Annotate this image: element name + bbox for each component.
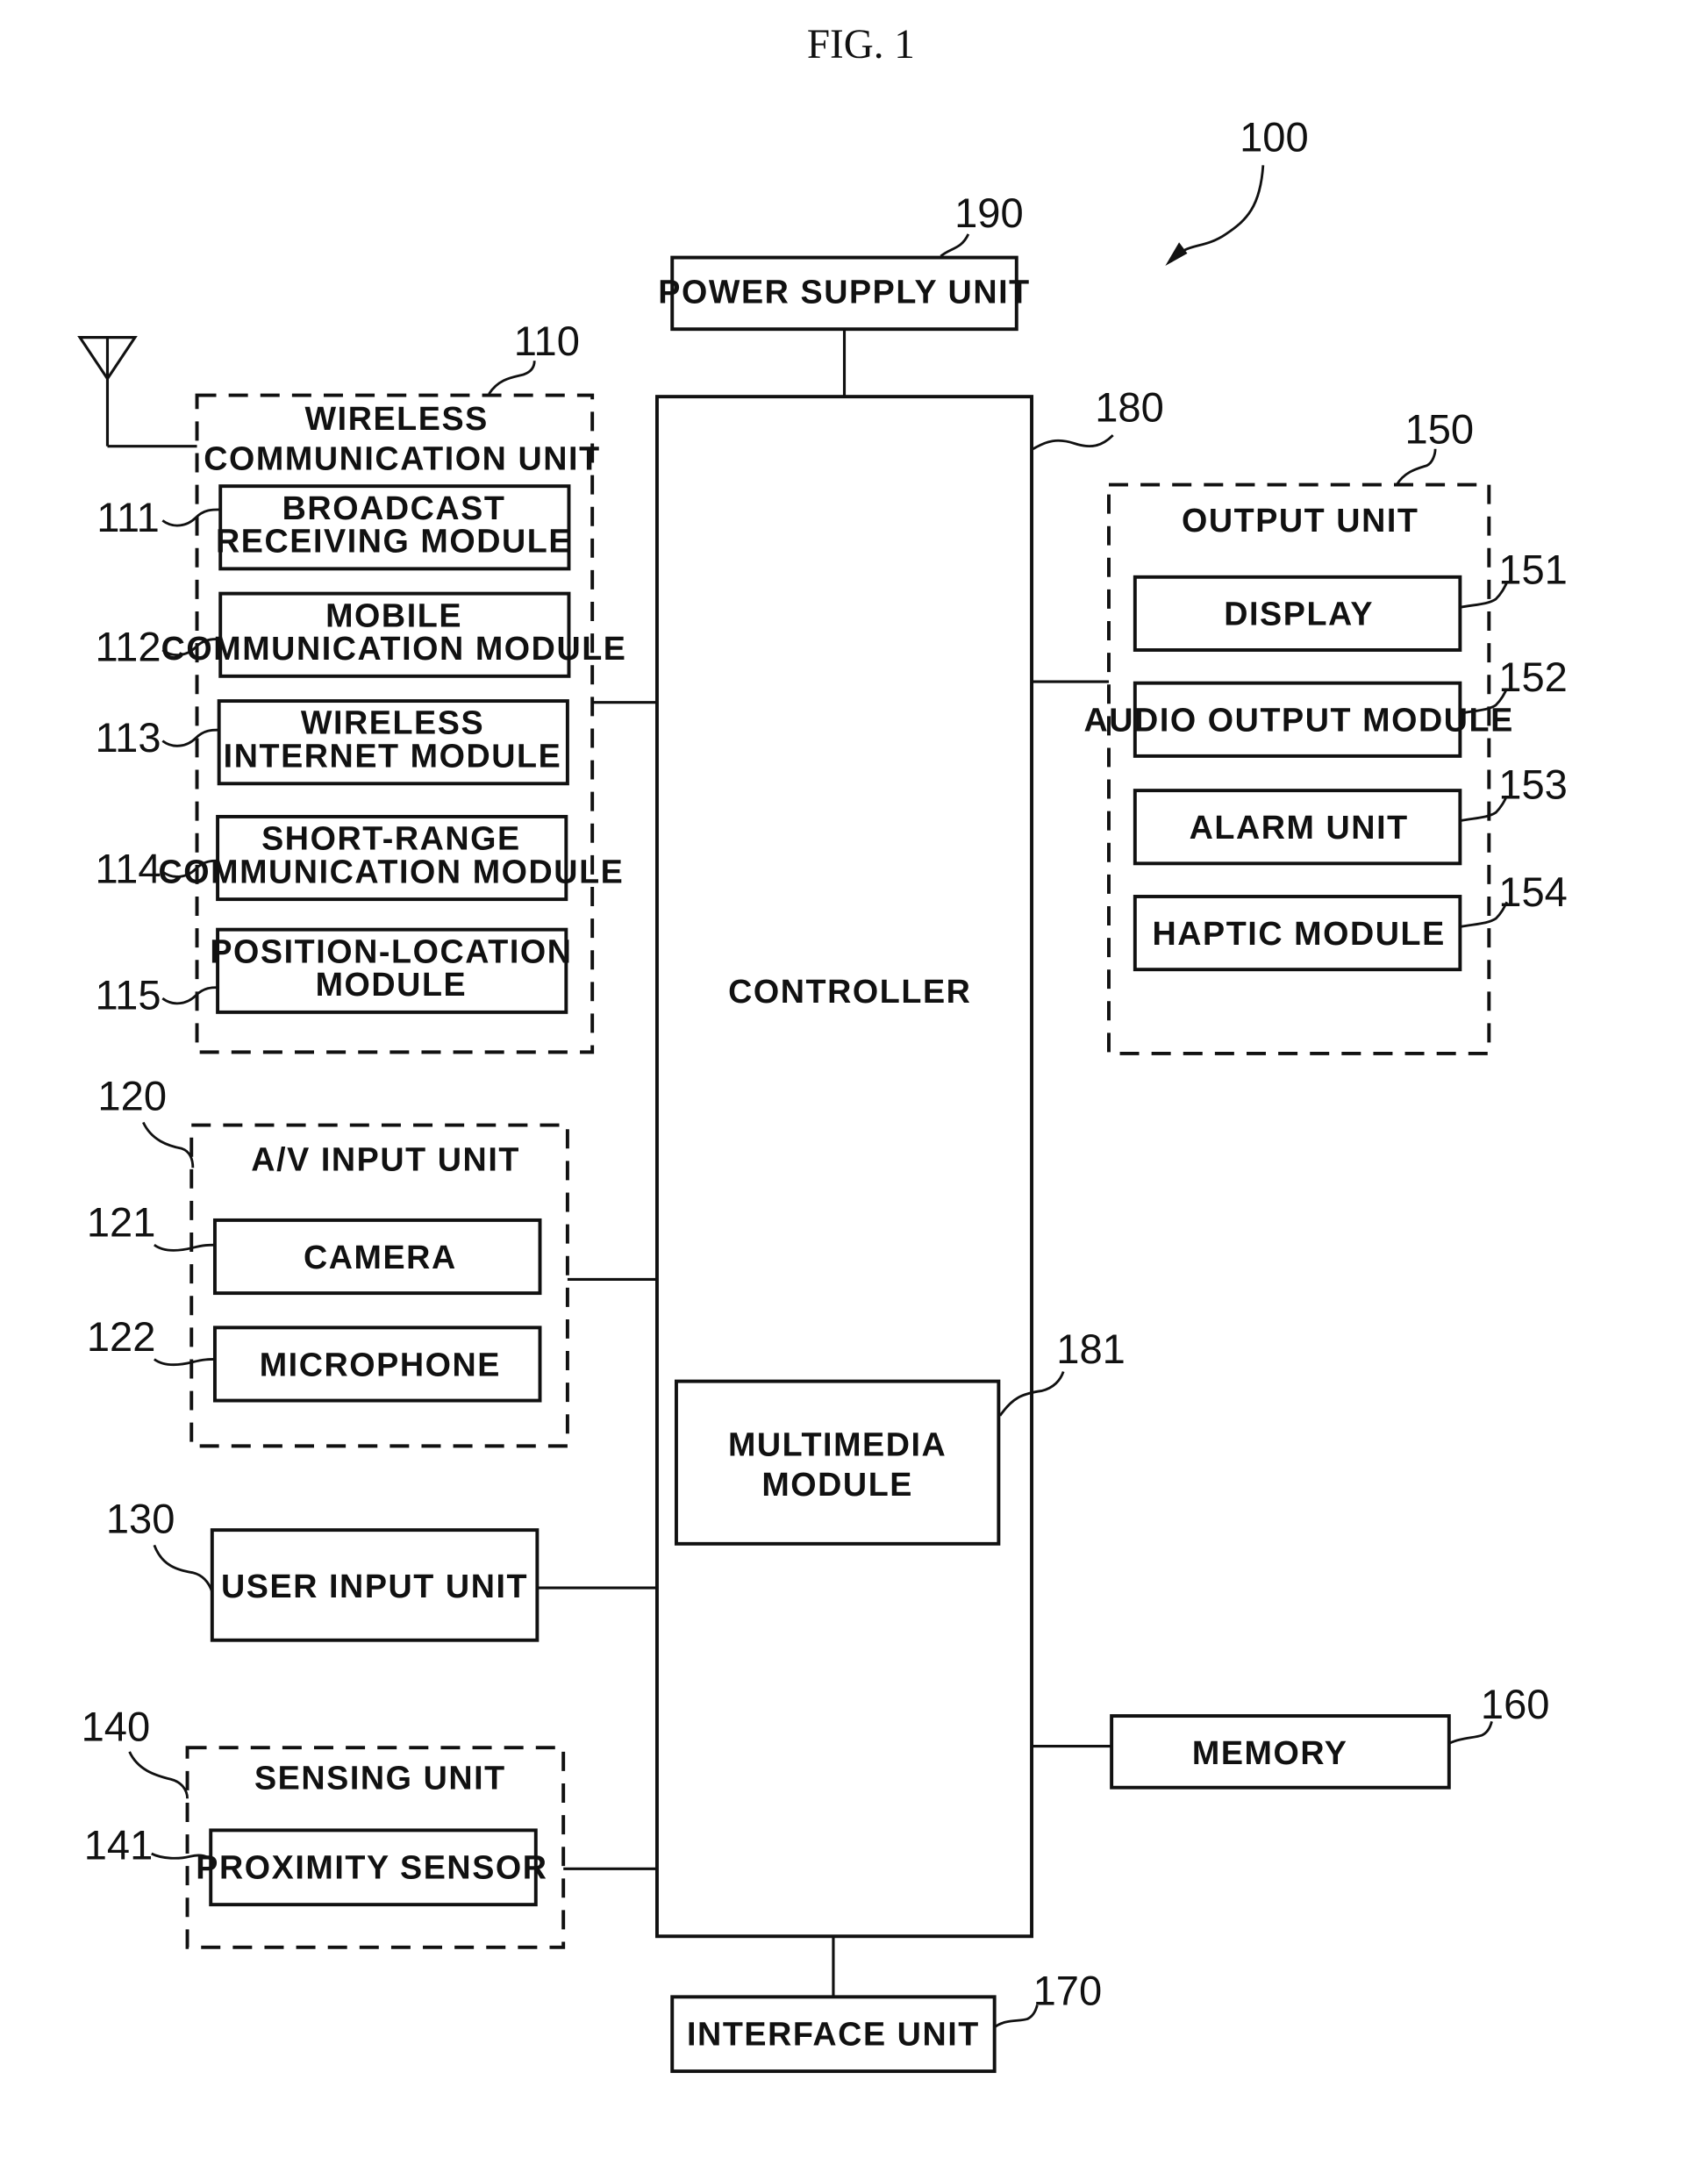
figure-title: FIG. 1 [807, 22, 915, 68]
multimedia-label-line-1: MULTIMEDIA [728, 1426, 947, 1462]
submodule-label-line-1: BROADCAST [282, 489, 506, 526]
av-input-label: A/V INPUT UNIT [251, 1140, 520, 1177]
ref-121-leader [154, 1243, 215, 1252]
ref-121: 121 [87, 1199, 156, 1246]
ref-190-leader [940, 233, 970, 258]
submodule-label-line-2: MODULE [316, 966, 468, 1003]
output-submodule: DISPLAY [1133, 575, 1462, 652]
wireless-submodule: WIRELESSINTERNET MODULE [217, 699, 569, 786]
ref-113: 113 [95, 714, 161, 761]
interface-label: INTERFACE UNIT [687, 2015, 980, 2052]
ref-152: 152 [1498, 654, 1568, 700]
submodule-label-line-1: WIRELESS [301, 704, 484, 741]
submodule-label-line-2: INTERNET MODULE [224, 737, 562, 774]
av-submodule: CAMERA [212, 1218, 542, 1296]
output-submodule: HAPTIC MODULE [1133, 895, 1462, 972]
ref-153: 153 [1498, 761, 1568, 808]
submodule-label: HAPTIC MODULE [1152, 915, 1445, 952]
ref-130-leader [153, 1544, 214, 1593]
ref-110-leader [488, 361, 536, 395]
submodule-label-line-1: POSITION-LOCATION [210, 933, 572, 969]
output-submodule: ALARM UNIT [1133, 789, 1462, 866]
ref-115: 115 [95, 972, 161, 1018]
ref-180: 180 [1095, 383, 1164, 430]
ref-120: 120 [97, 1072, 167, 1118]
multimedia-label-line-2: MODULE [761, 1466, 913, 1503]
sensing-submodule: PROXIMITY SENSOR [196, 1828, 547, 1907]
submodule-label: AUDIO OUTPUT MODULE [1084, 702, 1514, 739]
ref-113-leader [161, 728, 219, 747]
ref-130: 130 [106, 1495, 175, 1541]
ref-112: 112 [95, 624, 161, 670]
ref-154: 154 [1498, 868, 1568, 915]
controller-label: CONTROLLER [728, 973, 971, 1010]
output-submodule: AUDIO OUTPUT MODULE [1084, 681, 1514, 758]
wireless-submodule: POSITION-LOCATIONMODULE [210, 927, 572, 1014]
submodule-label-line-2: COMMUNICATION MODULE [161, 630, 627, 667]
ref-110: 110 [514, 318, 580, 364]
submodule-label-line-2: COMMUNICATION MODULE [158, 853, 624, 890]
ref-170: 170 [1033, 1968, 1103, 2014]
sensing-label: SENSING UNIT [254, 1759, 506, 1796]
wireless-submodule: SHORT-RANGECOMMUNICATION MODULE [158, 814, 624, 902]
wireless-submodule: MOBILECOMMUNICATION MODULE [161, 591, 627, 678]
block-diagram: FIG. 1 100 POWER SUPPLY UNIT 190 CONTROL… [77, 22, 1568, 2074]
ref-150: 150 [1405, 406, 1475, 453]
multimedia-module: MULTIMEDIA MODULE [674, 1379, 1001, 1546]
av-submodule: MICROPHONE [212, 1326, 542, 1403]
submodule-label-line-2: RECEIVING MODULE [216, 523, 572, 560]
ref-150-leader [1395, 448, 1437, 486]
interface-unit: INTERFACE UNIT [670, 1995, 997, 2074]
ref-120-leader [142, 1121, 195, 1168]
ref-111-leader [161, 508, 221, 527]
ref-181: 181 [1056, 1326, 1126, 1372]
power-supply-label: POWER SUPPLY UNIT [658, 273, 1030, 310]
memory-label: MEMORY [1192, 1734, 1348, 1771]
ref-100: 100 [1240, 114, 1309, 161]
submodule-label: ALARM UNIT [1190, 809, 1409, 846]
ref-160: 160 [1481, 1681, 1550, 1727]
ref-114: 114 [95, 845, 161, 891]
wireless-label-line-2: COMMUNICATION UNIT [204, 439, 600, 476]
ref-151: 151 [1498, 547, 1568, 593]
ref-140-leader [128, 1751, 189, 1799]
device-arrow-lead [1169, 165, 1265, 263]
submodule-label: CAMERA [304, 1239, 457, 1276]
ref-122-leader [154, 1358, 215, 1367]
antenna-icon [77, 336, 197, 448]
power-supply-unit: POWER SUPPLY UNIT [658, 255, 1030, 332]
submodule-label: PROXIMITY SENSOR [196, 1848, 547, 1885]
ref-111: 111 [96, 494, 160, 540]
arrow-head-icon [1165, 242, 1188, 266]
memory: MEMORY [1110, 1714, 1451, 1790]
submodule-label-line-1: MOBILE [325, 597, 462, 633]
wireless-label-line-1: WIRELESS [305, 400, 489, 437]
controller: CONTROLLER [655, 395, 1034, 1939]
wireless-submodule: BROADCASTRECEIVING MODULE [216, 484, 572, 571]
ref-170-leader [993, 2004, 1039, 2029]
user-input-unit: USER INPUT UNIT [210, 1528, 540, 1642]
ref-122: 122 [87, 1313, 156, 1360]
ref-180-leader [1032, 434, 1114, 450]
submodule-label: MICROPHONE [260, 1346, 501, 1383]
ref-190: 190 [954, 189, 1024, 236]
ref-140: 140 [82, 1703, 151, 1749]
ref-141: 141 [84, 1821, 154, 1868]
submodule-label-line-1: SHORT-RANGE [261, 820, 521, 857]
submodule-label: DISPLAY [1224, 596, 1374, 632]
output-label: OUTPUT UNIT [1182, 502, 1419, 539]
user-input-label: USER INPUT UNIT [221, 1568, 528, 1604]
ref-115-leader [161, 986, 218, 1005]
